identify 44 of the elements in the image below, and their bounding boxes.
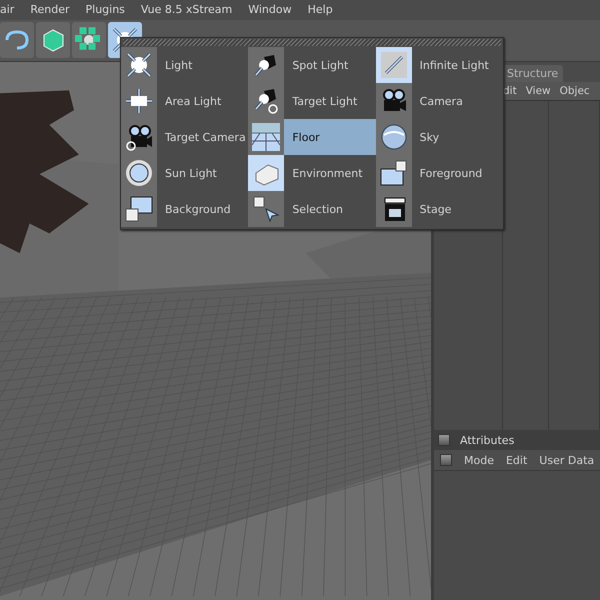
floor-grid-icon <box>252 123 280 151</box>
menu-item[interactable]: Background <box>121 191 248 227</box>
menu-item[interactable]: Sun Light <box>121 155 248 191</box>
panel-tab[interactable]: Structure <box>502 65 564 82</box>
light-icon <box>125 51 153 79</box>
menu-item[interactable]: Selection <box>248 191 376 227</box>
panel-menu-item[interactable]: User Data <box>539 454 594 466</box>
background-icon <box>125 195 153 223</box>
toolbar-button[interactable] <box>72 22 106 58</box>
menu-item[interactable]: Window <box>248 3 302 16</box>
panel-menu-item[interactable]: Objec <box>560 85 590 97</box>
panel-title: Attributes <box>460 434 514 446</box>
menu-item[interactable]: Render <box>30 3 80 16</box>
menu-item[interactable]: Floor <box>248 119 376 155</box>
menu-item[interactable]: air <box>0 3 24 16</box>
panel-menu-item[interactable]: View <box>526 85 551 97</box>
toolbar-button[interactable] <box>36 22 70 58</box>
infinite-light-icon <box>380 51 408 79</box>
menu-item[interactable]: Foreground <box>376 155 503 191</box>
sphere-icon <box>380 123 408 151</box>
cube-cursor-icon <box>252 195 280 223</box>
menu-item[interactable]: Target Camera <box>121 119 248 155</box>
panel-menu-item[interactable]: dit <box>503 85 517 97</box>
panel-icon <box>438 434 450 446</box>
menu-item[interactable]: Spot Light <box>248 47 376 83</box>
target-camera-icon <box>125 123 153 151</box>
menu-item[interactable]: Stage <box>376 191 503 227</box>
foreground-icon <box>380 159 408 187</box>
panel-menu-item[interactable]: Mode <box>464 454 494 466</box>
sun-icon <box>125 159 153 187</box>
menu-item[interactable]: Vue 8.5 xStream <box>140 3 242 16</box>
menu-item[interactable]: Environment <box>248 155 376 191</box>
menu-item[interactable]: Plugins <box>86 3 135 16</box>
menu-item[interactable]: Infinite Light <box>376 47 503 83</box>
menu-item[interactable]: Light <box>121 47 248 83</box>
menu-item[interactable]: Sky <box>376 119 503 155</box>
toolbar-button[interactable] <box>0 22 34 58</box>
panel-menu-item[interactable]: Edit <box>506 454 528 466</box>
menu-item[interactable]: Area Light <box>121 83 248 119</box>
menu-item[interactable]: Camera <box>376 83 503 119</box>
menu-item[interactable]: Help <box>308 3 343 16</box>
menu-item[interactable]: Target Light <box>248 83 376 119</box>
area-light-icon <box>125 87 153 115</box>
target-light-icon <box>252 87 280 115</box>
